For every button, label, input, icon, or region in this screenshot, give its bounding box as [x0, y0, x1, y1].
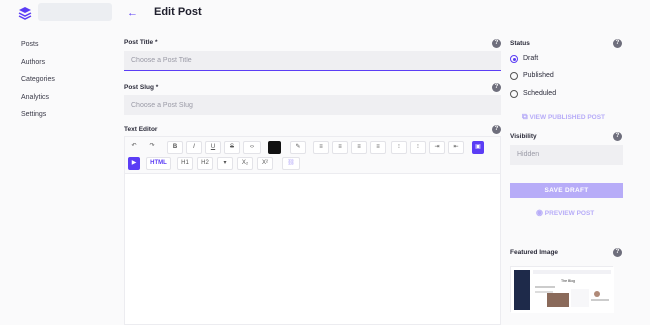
heading-2-button[interactable]: H2: [197, 157, 213, 170]
post-slug-label: Post Slug *: [124, 84, 159, 91]
save-draft-button[interactable]: SAVE DRAFT: [510, 183, 623, 198]
video-icon[interactable]: ▶: [128, 157, 140, 170]
align-center-icon[interactable]: ≡: [332, 141, 348, 154]
chevron-down-icon[interactable]: ▾: [217, 157, 233, 170]
post-title-label: Post Title *: [124, 39, 158, 46]
sidebar-item-settings[interactable]: Settings: [21, 110, 55, 128]
radio-icon[interactable]: [510, 90, 518, 98]
bold-icon[interactable]: B: [167, 141, 183, 154]
eye-icon: ◉: [536, 208, 543, 217]
text-editor-label: Text Editor: [124, 126, 158, 133]
brand-name-placeholder: [38, 3, 112, 21]
highlight-icon[interactable]: ✎: [290, 141, 306, 154]
code-icon[interactable]: ‹›: [243, 141, 261, 154]
status-option-label: Draft: [523, 55, 539, 62]
outdent-icon[interactable]: ⇤: [448, 141, 464, 154]
editor-content-area[interactable]: [124, 173, 501, 325]
align-justify-icon[interactable]: ≡: [370, 141, 386, 154]
help-icon[interactable]: ?: [613, 39, 622, 48]
help-icon[interactable]: ?: [613, 248, 622, 257]
heading-1-button[interactable]: H1: [177, 157, 193, 170]
redo-icon[interactable]: ↷: [146, 141, 158, 154]
arrow-left-icon[interactable]: ←: [127, 7, 138, 19]
sidebar-item-posts[interactable]: Posts: [21, 40, 55, 58]
post-title-input[interactable]: [124, 51, 501, 71]
post-slug-input[interactable]: [124, 95, 501, 115]
featured-image-thumbnail[interactable]: The Blog: [510, 266, 614, 313]
html-button[interactable]: HTML: [146, 157, 171, 170]
external-link-icon: ⧉: [522, 112, 528, 121]
view-published-post-label: VIEW PUBLISHED POST: [529, 114, 606, 121]
help-icon[interactable]: ?: [492, 83, 501, 92]
radio-icon[interactable]: [510, 72, 518, 80]
italic-icon[interactable]: I: [186, 141, 202, 154]
blog-preview-image: The Blog: [511, 267, 614, 313]
help-icon[interactable]: ?: [492, 39, 501, 48]
status-label: Status: [510, 40, 530, 47]
status-option-label: Scheduled: [523, 90, 557, 97]
numbered-list-icon[interactable]: ⁝: [410, 141, 426, 154]
preview-post-label: PREVIEW POST: [544, 210, 595, 217]
sidebar-item-authors[interactable]: Authors: [21, 58, 55, 76]
align-right-icon[interactable]: ≡: [351, 141, 367, 154]
indent-icon[interactable]: ⇥: [429, 141, 445, 154]
align-left-icon[interactable]: ≡: [313, 141, 329, 154]
preview-post-button[interactable]: ◉ PREVIEW POST: [536, 208, 594, 217]
sidebar-nav: Posts Authors Categories Analytics Setti…: [21, 40, 55, 128]
view-published-post-button[interactable]: ⧉ VIEW PUBLISHED POST: [522, 112, 605, 122]
image-icon[interactable]: ▣: [472, 141, 484, 154]
help-icon[interactable]: ?: [613, 132, 622, 141]
underline-icon[interactable]: U: [205, 141, 221, 154]
layers-icon[interactable]: [18, 6, 32, 20]
visibility-select[interactable]: Hidden: [510, 145, 623, 165]
link-icon[interactable]: ⛓: [282, 157, 300, 170]
text-color-swatch[interactable]: [268, 141, 281, 154]
help-icon[interactable]: ?: [492, 125, 501, 134]
thumb-caption: The Blog: [561, 279, 575, 283]
page-title: Edit Post: [154, 6, 202, 18]
visibility-label: Visibility: [510, 133, 537, 140]
sidebar-item-analytics[interactable]: Analytics: [21, 93, 55, 111]
superscript-button[interactable]: X²: [257, 157, 273, 170]
bullet-list-icon[interactable]: ⁝: [391, 141, 407, 154]
sidebar-item-categories[interactable]: Categories: [21, 75, 55, 93]
featured-image-label: Featured Image: [510, 249, 559, 256]
status-option-label: Published: [523, 72, 554, 79]
undo-icon[interactable]: ↶: [128, 141, 140, 154]
radio-selected-icon[interactable]: [510, 55, 518, 63]
strikethrough-icon[interactable]: S: [224, 141, 240, 154]
editor-toolbar: ↶ ↷ B I U S ‹› ✎ ≡ ≡ ≡ ≡ ⁝ ⁝ ⇥ ⇤ ▣ ▶ HTM…: [124, 136, 501, 173]
subscript-button[interactable]: X₂: [237, 157, 253, 170]
